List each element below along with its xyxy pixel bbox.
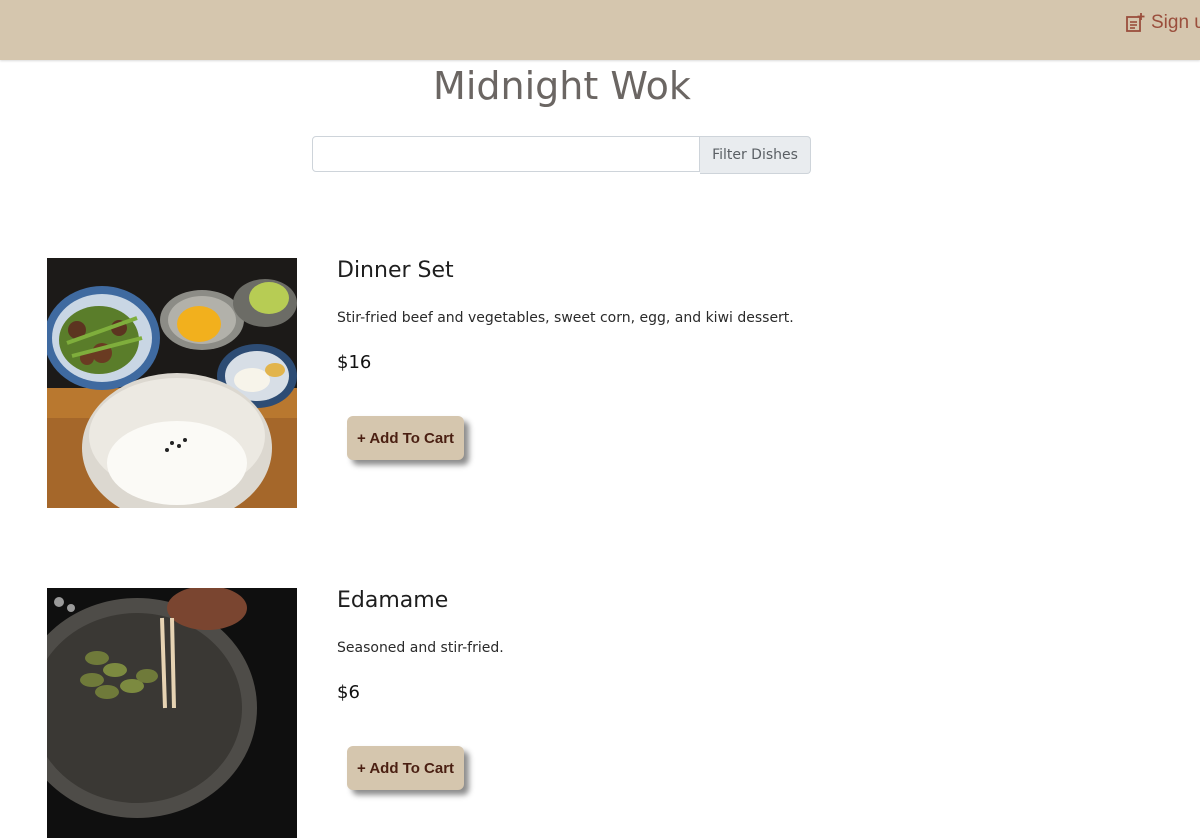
dish-image-edamame	[47, 588, 297, 838]
search-input[interactable]	[312, 136, 700, 172]
add-to-cart-button[interactable]: + Add To Cart	[347, 746, 464, 790]
dish-price: $16	[337, 352, 372, 373]
filter-dishes-button[interactable]: Filter Dishes	[700, 136, 811, 174]
dish-description: Stir-fried beef and vegetables, sweet co…	[337, 310, 794, 326]
sign-up-link[interactable]: Sign up	[1125, 12, 1200, 34]
dish-name: Dinner Set	[337, 258, 454, 283]
dish-name: Edamame	[337, 588, 449, 613]
dish-price: $6	[337, 682, 360, 703]
dish-card: Edamame Seasoned and stir-fried. $6 + Ad…	[47, 588, 1147, 838]
search-bar: Filter Dishes	[312, 136, 811, 174]
top-navbar: Sign up	[0, 0, 1200, 60]
note-plus-icon	[1126, 13, 1145, 32]
dish-description: Seasoned and stir-fried.	[337, 640, 504, 656]
dish-card: Dinner Set Stir-fried beef and vegetable…	[47, 258, 1147, 518]
dish-image-dinner-set	[47, 258, 297, 508]
page-title: Midnight Wok	[433, 64, 691, 108]
add-to-cart-button[interactable]: + Add To Cart	[347, 416, 464, 460]
sign-up-label[interactable]: Sign up	[1151, 12, 1200, 34]
